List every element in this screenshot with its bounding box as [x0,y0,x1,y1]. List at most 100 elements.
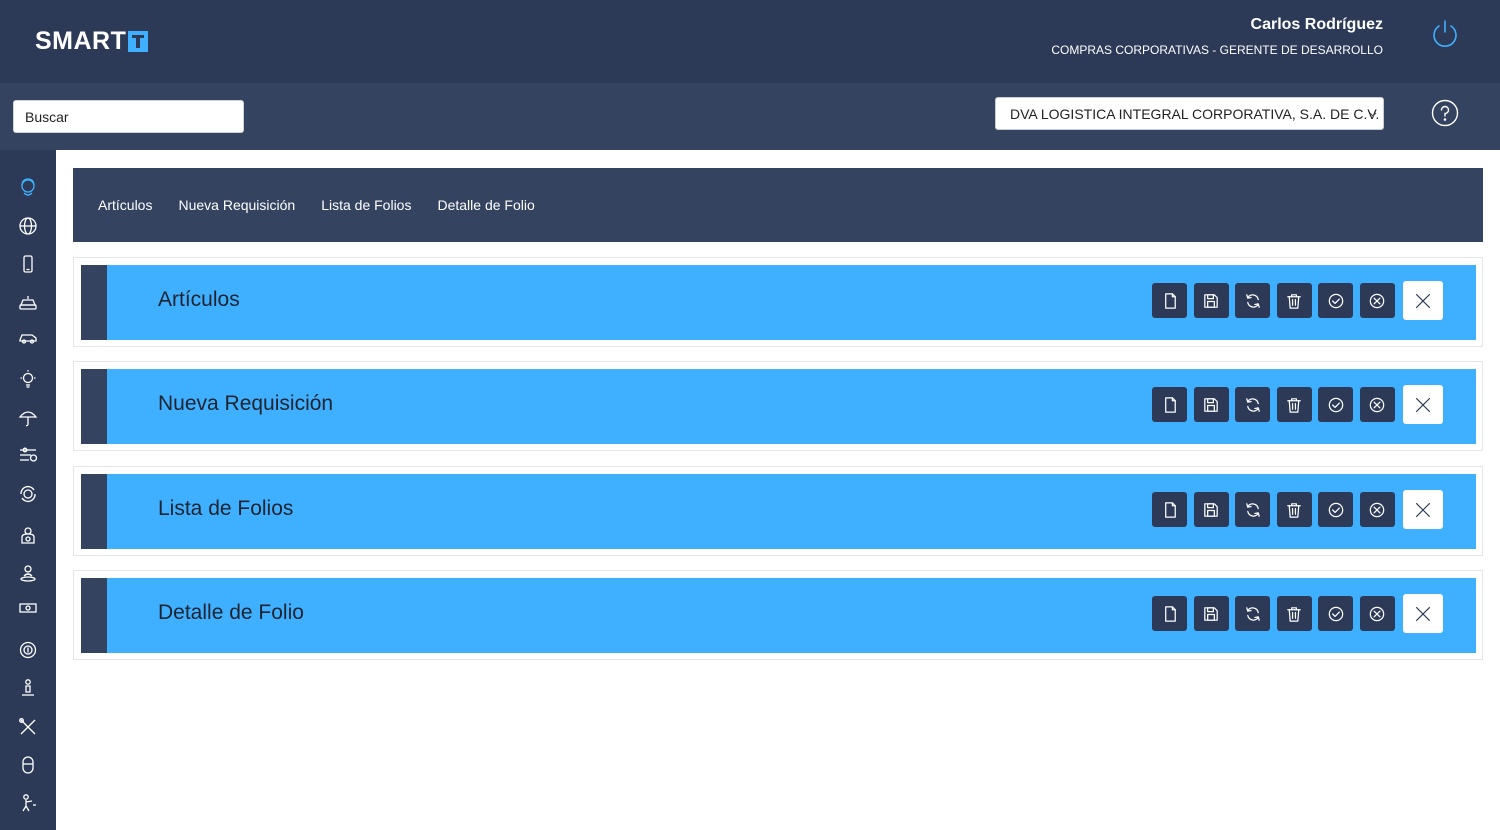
new-document-icon [1164,292,1176,309]
save-icon [1204,397,1218,412]
delete-button[interactable] [1276,283,1312,318]
sidebar-item-car-side[interactable] [0,318,56,356]
panel-card: Nueva Requisición [73,361,1483,451]
close-button[interactable] [1402,594,1443,633]
sidebar-item-tools[interactable] [0,708,56,746]
sidebar-item-coin-cycle[interactable] [0,475,56,513]
power-icon[interactable] [1430,18,1460,48]
piggy-bank-icon [21,527,35,544]
car-front-icon [19,296,37,310]
user-info: Carlos Rodríguez COMPRAS CORPORATIVAS - … [1051,16,1383,57]
check-circle-icon [1328,606,1344,621]
sidebar-item-mouse[interactable] [0,746,56,784]
approve-button[interactable] [1318,492,1354,527]
panel-accent [81,369,107,444]
refresh-button[interactable] [1235,492,1271,527]
person-stand-icon [22,679,34,696]
close-icon [1415,293,1430,308]
lightbulb-icon [20,370,36,388]
new-document-button[interactable] [1152,283,1187,318]
save-button[interactable] [1193,283,1229,318]
nav-link-articulos[interactable]: Artículos [98,197,152,213]
sidebar-item-sliders[interactable] [0,436,56,474]
nav-link-nueva-requisicion[interactable]: Nueva Requisición [178,197,295,213]
user-head-icon [21,178,35,196]
panel-actions [1152,594,1449,633]
close-icon [1415,606,1430,621]
cancel-circle-icon [1370,293,1385,308]
trash-icon [1287,502,1302,518]
logo-mark-icon [128,31,149,52]
refresh-icon [1245,502,1260,517]
help-icon[interactable] [1431,99,1459,127]
close-button[interactable] [1402,281,1443,320]
user-name: Carlos Rodríguez [1250,16,1383,33]
panel-header: Detalle de Folio [81,578,1476,653]
tools-icon [19,718,36,735]
approve-button[interactable] [1318,283,1354,318]
panel-accent [81,474,107,549]
close-button[interactable] [1402,385,1443,424]
sidebar-item-user-head[interactable] [0,168,56,206]
trash-icon [1287,397,1302,413]
cancel-button[interactable] [1359,596,1395,631]
check-circle-icon [1328,397,1344,412]
save-icon [1204,293,1218,308]
person-pointing-icon [22,794,36,812]
delete-button[interactable] [1276,387,1312,422]
refresh-button[interactable] [1235,283,1271,318]
nav-link-lista-folios[interactable]: Lista de Folios [321,197,411,213]
sidebar-item-person-stand[interactable] [0,669,56,707]
new-document-button[interactable] [1152,596,1187,631]
panel-header: Artículos [81,265,1476,340]
chevron-down-icon [1369,112,1377,117]
approve-button[interactable] [1318,387,1354,422]
coin-cycle-icon [20,486,36,502]
new-document-icon [1164,501,1176,518]
check-circle-icon [1328,293,1344,308]
new-document-icon [1164,605,1176,622]
save-button[interactable] [1193,596,1229,631]
sidebar-item-car-front[interactable] [0,284,56,322]
cancel-button[interactable] [1359,492,1395,527]
person-pin-icon [20,565,36,582]
panel-title: Detalle de Folio [158,601,304,624]
new-document-button[interactable] [1152,387,1187,422]
sidebar-item-banknote[interactable] [0,589,56,627]
user-role: COMPRAS CORPORATIVAS - GERENTE DE DESARR… [1051,43,1383,57]
close-icon [1415,502,1430,517]
save-button[interactable] [1193,387,1229,422]
search-input[interactable] [13,100,244,133]
cancel-circle-icon [1370,397,1385,412]
sidebar-item-mobile[interactable] [0,245,56,283]
sidebar-item-lightbulb[interactable] [0,360,56,398]
cancel-button[interactable] [1359,283,1395,318]
refresh-button[interactable] [1235,596,1271,631]
refresh-button[interactable] [1235,387,1271,422]
save-button[interactable] [1193,492,1229,527]
sidebar-item-money-cycle[interactable] [0,631,56,669]
panel-card: Detalle de Folio [73,570,1483,660]
nav-link-detalle-folio[interactable]: Detalle de Folio [437,197,534,213]
toolbar-bar: DVA LOGISTICA INTEGRAL CORPORATIVA, S.A.… [0,83,1500,150]
refresh-icon [1245,397,1260,412]
logo-text: SMART [35,27,127,55]
app-logo[interactable]: SMART [35,27,149,56]
panel-header: Lista de Folios [81,474,1476,549]
approve-button[interactable] [1318,596,1354,631]
refresh-icon [1245,606,1260,621]
panel-actions [1152,281,1449,320]
delete-button[interactable] [1276,492,1312,527]
cancel-button[interactable] [1359,387,1395,422]
sidebar-item-person-pin[interactable] [0,554,56,592]
new-document-button[interactable] [1152,492,1187,527]
close-button[interactable] [1402,490,1443,529]
panel-accent [81,265,107,340]
sidebar-item-umbrella[interactable] [0,398,56,436]
sidebar-item-person-pointing[interactable] [0,784,56,822]
delete-button[interactable] [1276,596,1312,631]
company-select[interactable]: DVA LOGISTICA INTEGRAL CORPORATIVA, S.A.… [995,97,1384,130]
panel-title: Lista de Folios [158,497,294,520]
sidebar-item-globe[interactable] [0,207,56,245]
sidebar-item-piggy[interactable] [0,516,56,554]
